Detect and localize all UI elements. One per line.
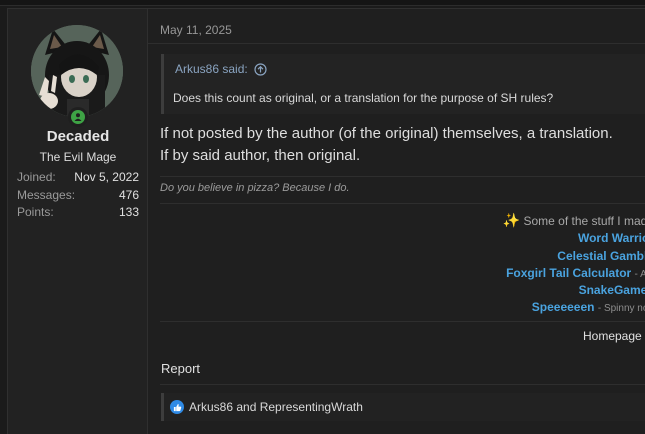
signature-link-description: - Spinny non — [597, 303, 645, 314]
signature-link-row: Word Warrior — [578, 231, 645, 245]
avatar[interactable] — [31, 25, 123, 117]
sparkles-icon: ✨ — [502, 212, 521, 228]
stat-label: Messages: — [17, 187, 76, 202]
report-button[interactable]: Report — [161, 361, 200, 376]
quote-author[interactable]: Arkus86 said: — [175, 62, 248, 76]
username[interactable]: Decaded — [8, 128, 148, 145]
signature-intro-row: ✨ Some of the stuff I made — [503, 212, 645, 229]
divider — [148, 43, 645, 44]
message-line: If not posted by the author (of the orig… — [160, 125, 613, 142]
stat-row-points: Points: 133 — [17, 204, 139, 222]
signature-link-foxgirl-tail-calculator[interactable]: Foxgirl Tail Calculator — [506, 266, 631, 280]
divider — [160, 176, 645, 177]
online-status-indicator — [68, 107, 88, 127]
reactions-bar[interactable]: Arkus86 and RepresentingWrath — [161, 393, 645, 421]
user-title: The Evil Mage — [39, 150, 117, 164]
quote-text: Does this count as original, or a transl… — [173, 91, 554, 105]
signature-link-speeeeeen[interactable]: Speeeeeen — [532, 300, 595, 314]
message-line: If by said author, then original. — [160, 147, 361, 164]
user-info-panel: Decaded The Evil Mage Joined: Nov 5, 202… — [8, 9, 148, 434]
jump-to-quote-icon[interactable] — [254, 62, 267, 76]
message-body: If not posted by the author (of the orig… — [160, 123, 613, 167]
signature-link-word-warrior[interactable]: Word Warrior — [578, 231, 645, 245]
reactions-text[interactable]: Arkus86 and RepresentingWrath — [189, 400, 363, 414]
divider — [160, 203, 645, 204]
user-stats: Joined: Nov 5, 2022 Messages: 476 Points… — [17, 169, 139, 222]
divider — [160, 384, 645, 385]
quote-header[interactable]: Arkus86 said: — [175, 62, 267, 76]
signature-intro: Some of the stuff I made — [523, 214, 645, 228]
homepage-link[interactable]: Homepage — [583, 329, 642, 343]
divider — [160, 321, 645, 322]
avatar-image — [31, 25, 123, 117]
signature-link-row: Foxgirl Tail Calculator - A s — [506, 266, 645, 280]
post-date-link[interactable]: May 11, 2025 — [160, 23, 232, 37]
page-top-bar — [0, 0, 645, 6]
stat-value[interactable]: 476 — [119, 187, 139, 205]
user-online-icon — [74, 113, 82, 121]
stat-value: Nov 5, 2022 — [74, 170, 139, 184]
stat-row-joined: Joined: Nov 5, 2022 — [17, 169, 139, 187]
signature-link-row: Speeeeeen - Spinny non — [532, 300, 645, 314]
signature-link-row: Celestial Gamble — [557, 249, 645, 263]
stat-label: Joined: — [17, 170, 56, 184]
signature-link-celestial-gamble[interactable]: Celestial Gamble — [557, 249, 645, 263]
stat-value[interactable]: 133 — [119, 204, 139, 222]
stat-row-messages: Messages: 476 — [17, 187, 139, 205]
signature-quote: Do you believe in pizza? Because I do. — [160, 182, 350, 194]
forum-post: Decaded The Evil Mage Joined: Nov 5, 202… — [7, 8, 645, 434]
signature-link-row: SnakeGame - — [579, 283, 645, 297]
quote-block: Arkus86 said: Does this count as origina… — [161, 54, 645, 114]
post-content: May 11, 2025 Arkus86 said: Does this cou… — [148, 9, 645, 434]
stat-label: Points: — [17, 205, 54, 219]
signature-link-snakegame[interactable]: SnakeGame — [579, 283, 645, 297]
thumbs-up-icon — [170, 400, 184, 414]
signature-link-description: - A s — [634, 269, 645, 280]
